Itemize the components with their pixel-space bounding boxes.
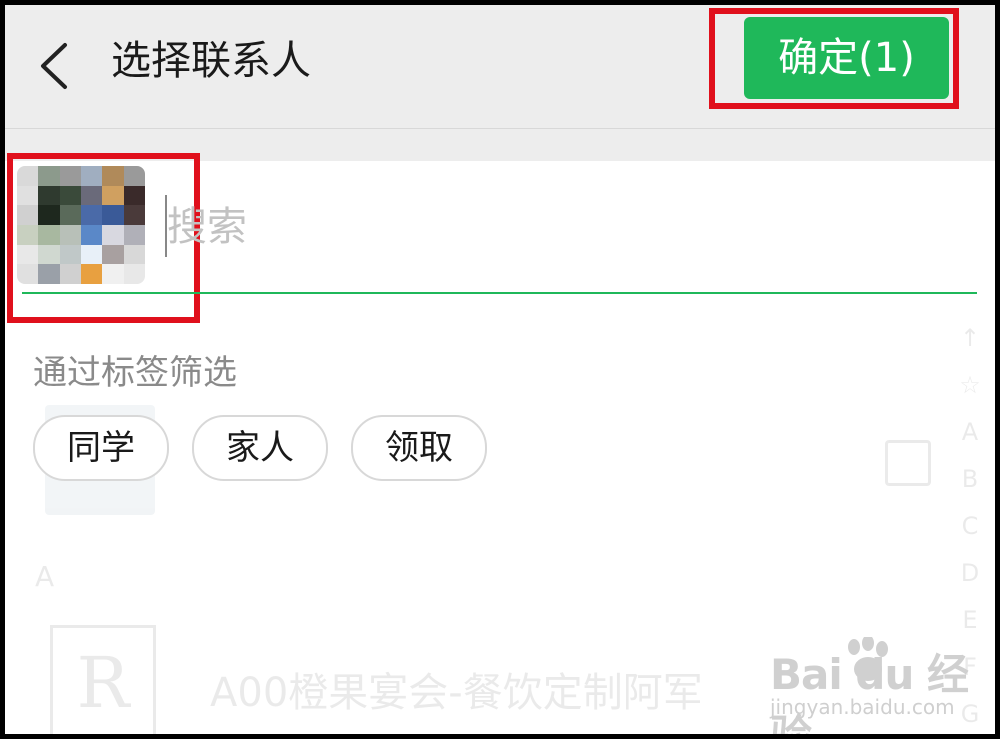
- avatar-pixel: [17, 244, 39, 265]
- index-letter: ☆: [959, 371, 981, 399]
- avatar-pixel: [81, 264, 103, 284]
- tag-chip[interactable]: 领取: [351, 415, 487, 481]
- avatar-pixel: [38, 264, 60, 284]
- avatar-pixel: [59, 264, 81, 284]
- avatar-pixel: [81, 244, 103, 265]
- avatar-pixel: [59, 224, 81, 245]
- index-letter: B: [961, 465, 979, 493]
- tag-filter-label: 通过标签筛选: [33, 353, 237, 393]
- avatar-pixel: [17, 224, 39, 245]
- avatar-pixel: [102, 166, 124, 186]
- screen: 选择联系人 确定(1) A R A00橙果宴会-餐饮定制阿军 ↑ ☆ A B C D E F G…: [5, 5, 995, 734]
- index-letter: D: [960, 559, 980, 587]
- tag-list: 同学 家人 领取: [33, 415, 487, 481]
- avatar-pixel: [123, 244, 145, 265]
- avatar-pixel: [102, 224, 124, 245]
- avatar-pixel: [102, 264, 124, 284]
- avatar-pixel: [59, 166, 81, 186]
- avatar-pixel: [17, 205, 39, 225]
- avatar-pixel: [102, 205, 124, 225]
- avatar-pixel: [123, 185, 145, 206]
- tag-chip[interactable]: 家人: [192, 415, 328, 481]
- avatar-pixel: [81, 205, 103, 225]
- avatar-pixel: [59, 244, 81, 265]
- avatar-pixel: [17, 264, 39, 284]
- page-title: 选择联系人: [111, 38, 311, 84]
- paw-icon: [848, 637, 888, 681]
- selected-contact-avatar[interactable]: [17, 166, 145, 284]
- index-letter: C: [961, 512, 979, 540]
- chevron-left-icon[interactable]: [35, 41, 75, 91]
- search-underline: [22, 292, 977, 294]
- avatar-pixel: [17, 185, 39, 206]
- avatar-pixel: [123, 224, 145, 245]
- contact-name: A00橙果宴会-餐饮定制阿军: [210, 670, 703, 716]
- divider-band: [5, 129, 995, 161]
- avatar-pixel: [38, 244, 60, 265]
- avatar-pixel: [123, 166, 145, 186]
- avatar-pixel: [81, 224, 103, 245]
- watermark-url: jingyan.baidu.com: [770, 695, 955, 719]
- avatar-pixel: [59, 185, 81, 206]
- avatar-pixel: [38, 224, 60, 245]
- avatar-pixel: [38, 166, 60, 186]
- avatar-pixel: [123, 264, 145, 284]
- search-input[interactable]: [167, 195, 957, 259]
- index-letter: ↑: [959, 324, 981, 352]
- checkbox: [885, 440, 931, 486]
- tag-chip[interactable]: 同学: [33, 415, 169, 481]
- top-bar: 选择联系人 确定(1): [5, 5, 995, 129]
- confirm-button[interactable]: 确定(1): [744, 17, 949, 99]
- avatar-pixel: [38, 205, 60, 225]
- avatar-pixel: [81, 185, 103, 206]
- avatar-pixel: [102, 244, 124, 265]
- avatar-pixel: [59, 205, 81, 225]
- avatar-pixel: [38, 185, 60, 206]
- baidu-watermark: Bai du 经验 jingyan.baidu.com: [760, 637, 990, 734]
- section-header: A: [35, 560, 55, 593]
- avatar: R: [50, 625, 156, 734]
- avatar-pixel: [81, 166, 103, 186]
- avatar-pixel: [17, 166, 39, 186]
- avatar-pixel: [123, 205, 145, 225]
- index-letter: A: [961, 418, 979, 446]
- avatar-pixel: [102, 185, 124, 206]
